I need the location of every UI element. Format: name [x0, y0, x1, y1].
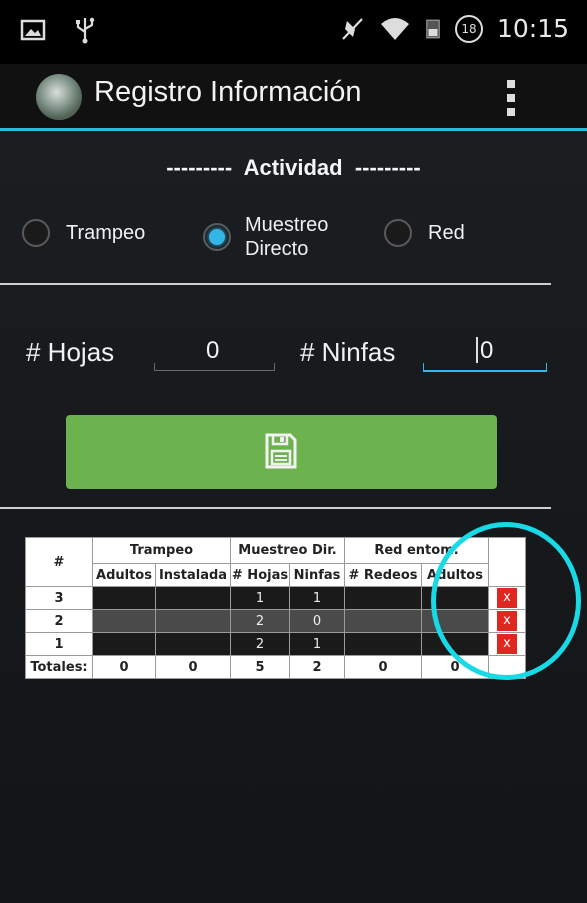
divider	[0, 507, 551, 509]
total-cell: 0	[155, 655, 231, 679]
signal-icon	[426, 19, 440, 38]
radio-circle[interactable]	[384, 219, 412, 247]
totals-label: Totales:	[25, 655, 93, 679]
cell: 2	[230, 632, 290, 656]
cell	[344, 609, 422, 633]
text-cursor	[476, 337, 478, 363]
activity-heading: --------- Actividad ---------	[166, 155, 421, 180]
hojas-label: # Hojas	[26, 337, 115, 367]
cell	[344, 632, 422, 656]
cell	[155, 586, 231, 610]
cell: 2	[230, 609, 290, 633]
header-hash: #	[25, 537, 93, 587]
row-id: 3	[25, 586, 93, 610]
radio-red[interactable]: Red	[384, 219, 465, 247]
radio-muestreo-directo[interactable]: Muestreo Directo	[203, 213, 355, 261]
radio-label: Trampeo	[66, 222, 146, 244]
clock: 10:15	[496, 14, 569, 43]
subheader: Instalada	[155, 563, 231, 587]
save-icon	[265, 433, 297, 469]
cell: 1	[230, 586, 290, 610]
radio-circle[interactable]	[203, 223, 231, 251]
image-icon	[20, 19, 46, 41]
save-button[interactable]	[66, 415, 497, 489]
hojas-input[interactable]: 0	[206, 337, 219, 365]
usb-icon	[76, 17, 95, 44]
header-group-trampeo: Trampeo	[92, 537, 231, 564]
radio-circle[interactable]	[22, 219, 50, 247]
ninfas-label: # Ninfas	[300, 337, 396, 367]
overflow-menu-icon[interactable]	[507, 80, 517, 116]
notification-count-icon: 18	[454, 14, 483, 43]
radio-trampeo[interactable]: Trampeo	[22, 219, 145, 247]
cell: 1	[289, 632, 345, 656]
total-cell: 5	[230, 655, 290, 679]
page-title: Registro Información	[94, 76, 362, 108]
main-content: --------- Actividad --------- Trampeo Mu…	[0, 131, 587, 903]
ninfas-input[interactable]: 0	[480, 337, 493, 365]
total-cell: 0	[92, 655, 156, 679]
row-id: 2	[25, 609, 93, 633]
cell	[344, 586, 422, 610]
wifi-icon	[380, 17, 409, 40]
counts-row: # Hojas 0 # Ninfas 0	[0, 327, 587, 387]
radio-label: Red	[428, 222, 465, 244]
cell: 0	[289, 609, 345, 633]
activity-radio-group: Trampeo Muestreo Directo Red	[0, 213, 587, 273]
subheader: Adultos	[92, 563, 156, 587]
cell	[92, 609, 156, 633]
totals-row: Totales: 0 0 5 2 0 0	[25, 655, 526, 679]
ninfas-underline	[423, 363, 547, 372]
subheader: # Hojas	[230, 563, 290, 587]
total-cell: 0	[344, 655, 422, 679]
radio-label: Muestreo Directo	[245, 214, 329, 260]
mute-icon	[342, 17, 363, 40]
app-logo-icon[interactable]	[36, 74, 82, 120]
cell	[92, 632, 156, 656]
row-id: 1	[25, 632, 93, 656]
subheader: # Redeos	[344, 563, 422, 587]
action-bar: Registro Información	[0, 64, 587, 131]
cell	[155, 609, 231, 633]
highlight-circle	[431, 522, 581, 680]
hojas-underline	[154, 363, 275, 371]
header-group-muestreo: Muestreo Dir.	[230, 537, 345, 564]
total-cell: 2	[289, 655, 345, 679]
cell	[92, 586, 156, 610]
cell	[155, 632, 231, 656]
status-bar: 18 10:15	[0, 0, 587, 64]
divider	[0, 283, 551, 285]
cell: 1	[289, 586, 345, 610]
subheader: Ninfas	[289, 563, 345, 587]
